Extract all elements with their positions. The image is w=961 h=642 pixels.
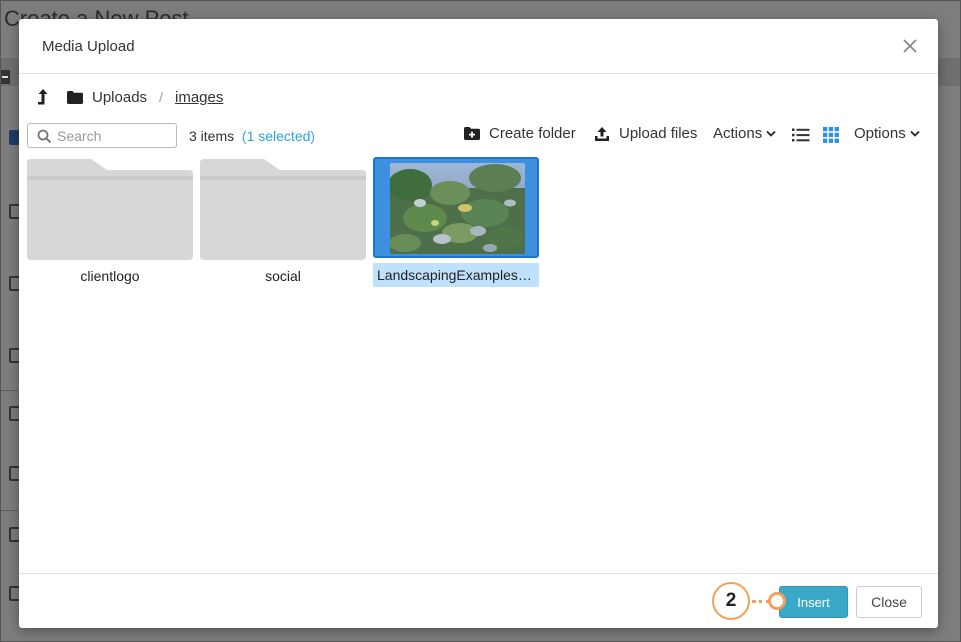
- actions-label: Actions: [713, 125, 763, 142]
- up-arrow-icon[interactable]: [35, 87, 51, 107]
- close-icon[interactable]: [900, 36, 920, 56]
- folder-plus-icon: [464, 127, 480, 140]
- chevron-down-icon: [910, 130, 920, 137]
- step-callout-badge: 2: [712, 582, 750, 620]
- background-collapse-icon: [0, 70, 10, 84]
- chevron-down-icon: [766, 130, 776, 137]
- breadcrumb: Uploads / images: [19, 75, 938, 119]
- item-count-text: 3 items: [189, 128, 235, 144]
- item-label: clientlogo: [80, 268, 140, 284]
- dialog-header: Media Upload: [19, 19, 938, 74]
- selection-highlight: [373, 157, 539, 258]
- breadcrumb-uploads[interactable]: Uploads: [92, 89, 147, 106]
- grid-view-icon[interactable]: [823, 127, 839, 143]
- landscaping-thumbnail-image: [390, 163, 525, 254]
- upload-files-button[interactable]: Upload files: [594, 125, 697, 142]
- file-grid: clientlogo social LandscapingExamples…: [19, 157, 938, 327]
- folder-icon: [200, 159, 366, 260]
- media-upload-dialog: Media Upload Uploads / images 3 items (1…: [19, 19, 938, 628]
- item-label: LandscapingExamples…: [373, 263, 539, 287]
- search-icon: [37, 129, 52, 144]
- selected-count-link[interactable]: 1 selected: [247, 128, 311, 144]
- breadcrumb-separator: /: [159, 89, 163, 105]
- search-input[interactable]: [57, 126, 173, 145]
- background-divider: [0, 390, 18, 391]
- actions-dropdown[interactable]: Actions: [713, 125, 776, 142]
- upload-icon: [595, 126, 609, 141]
- selection-paren-close: ): [310, 128, 316, 144]
- dialog-title: Media Upload: [42, 38, 135, 55]
- insert-button[interactable]: Insert: [779, 586, 848, 618]
- create-folder-button[interactable]: Create folder: [464, 125, 576, 142]
- background-divider: [0, 510, 18, 511]
- search-box: [27, 123, 177, 148]
- upload-files-label: Upload files: [619, 125, 698, 142]
- callout-target-dot: [768, 592, 786, 610]
- list-view-icon[interactable]: [792, 127, 810, 143]
- file-toolbar: 3 items (1 selected) Create folder Uploa…: [19, 119, 938, 153]
- folder-icon: [67, 91, 83, 104]
- folder-icon: [27, 159, 193, 260]
- item-count: 3 items (1 selected): [189, 128, 315, 144]
- dialog-footer: Insert Close: [19, 573, 938, 628]
- options-label: Options: [854, 125, 906, 142]
- item-label: social: [265, 268, 301, 284]
- options-dropdown[interactable]: Options: [854, 125, 920, 142]
- breadcrumb-images[interactable]: images: [175, 89, 223, 106]
- close-button[interactable]: Close: [856, 586, 922, 618]
- create-folder-label: Create folder: [489, 125, 576, 142]
